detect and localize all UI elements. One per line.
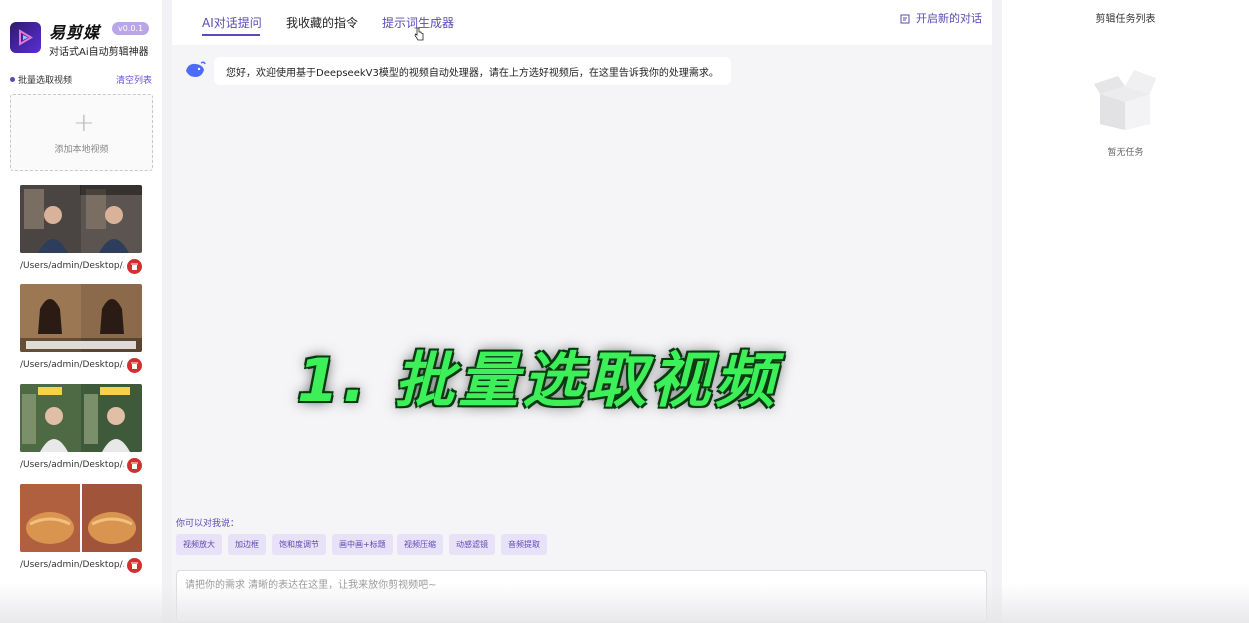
welcome-message: 您好，欢迎使用基于DeepseekV3模型的视频自动处理器，请在上方选好视频后，…: [214, 57, 731, 85]
trash-icon: [131, 263, 138, 270]
chat-input[interactable]: [177, 571, 986, 622]
new-chat-button[interactable]: 开启新的对话: [900, 10, 982, 26]
main-panel: AI对话提问 我收藏的指令 提示词生成器 开启新的对话 您好，欢迎使用基于Dee…: [172, 0, 992, 623]
task-list-title: 剪辑任务列表: [1095, 14, 1156, 25]
deepseek-whale-icon: [186, 61, 206, 77]
add-local-video-label: 添加本地视频: [54, 145, 109, 155]
trash-icon: [131, 562, 138, 569]
brand: 易剪媒 v0.0.1 对话式Ai自动剪辑神器: [10, 19, 155, 59]
video-thumbnail[interactable]: [20, 484, 142, 552]
active-tab-indicator: [202, 34, 260, 36]
video-path: /Users/admin/Desktop/...: [20, 460, 124, 470]
add-local-video-button[interactable]: + 添加本地视频: [10, 94, 153, 171]
batch-select-label: 批量选取视频: [18, 76, 73, 86]
delete-video-button[interactable]: [127, 259, 142, 274]
empty-task-text: 暂无任务: [1107, 148, 1144, 158]
video-thumbnail[interactable]: [20, 185, 142, 253]
suggestion-chip[interactable]: 饱和度调节: [272, 534, 326, 555]
trash-icon: [131, 462, 138, 469]
video-thumbnail[interactable]: [20, 284, 142, 352]
task-panel: 剪辑任务列表 暂无任务: [1002, 0, 1249, 623]
app-name: 易剪媒: [49, 23, 101, 42]
tab-ai-chat[interactable]: AI对话提问: [202, 14, 262, 31]
suggestion-chip[interactable]: 音频提取: [501, 534, 547, 555]
trash-icon: [131, 362, 138, 369]
chat-input-box: [176, 570, 987, 623]
video-path: /Users/admin/Desktop/...: [20, 560, 124, 570]
tab-favorite-commands[interactable]: 我收藏的指令: [286, 14, 358, 31]
video-path: /Users/admin/Desktop/...: [20, 261, 124, 271]
hand-cursor-icon: [414, 27, 424, 41]
clear-list-button[interactable]: 清空列表: [116, 73, 152, 86]
suggestion-chip[interactable]: 画中画+标题: [332, 534, 393, 555]
plus-icon: +: [73, 108, 95, 138]
tab-bar: AI对话提问 我收藏的指令 提示词生成器 开启新的对话: [172, 0, 992, 45]
empty-box-icon: [1094, 70, 1156, 130]
video-path: /Users/admin/Desktop/...: [20, 360, 124, 370]
bullet-dot-icon: [10, 77, 15, 82]
chat-icon: [900, 14, 910, 24]
suggestion-chip[interactable]: 视频放大: [176, 534, 222, 555]
delete-video-button[interactable]: [127, 358, 142, 373]
new-chat-label: 开启新的对话: [916, 12, 982, 25]
batch-select-row: 批量选取视频 清空列表: [10, 73, 154, 87]
suggestion-chip[interactable]: 视频压缩: [397, 534, 443, 555]
app-subtitle: 对话式Ai自动剪辑神器: [49, 47, 149, 58]
version-badge: v0.0.1: [112, 22, 150, 35]
video-thumbnail[interactable]: [20, 384, 142, 452]
video-caption-overlay: 1. 批量选取视频: [297, 346, 779, 416]
delete-video-button[interactable]: [127, 558, 142, 573]
suggestions-label: 你可以对我说：: [176, 519, 240, 529]
suggestion-chip[interactable]: 动感滤镜: [449, 534, 495, 555]
app-logo-icon: [10, 22, 41, 53]
delete-video-button[interactable]: [127, 458, 142, 473]
sidebar: 易剪媒 v0.0.1 对话式Ai自动剪辑神器 批量选取视频 清空列表 + 添加本…: [0, 0, 162, 623]
suggestion-chip[interactable]: 加边框: [228, 534, 266, 555]
